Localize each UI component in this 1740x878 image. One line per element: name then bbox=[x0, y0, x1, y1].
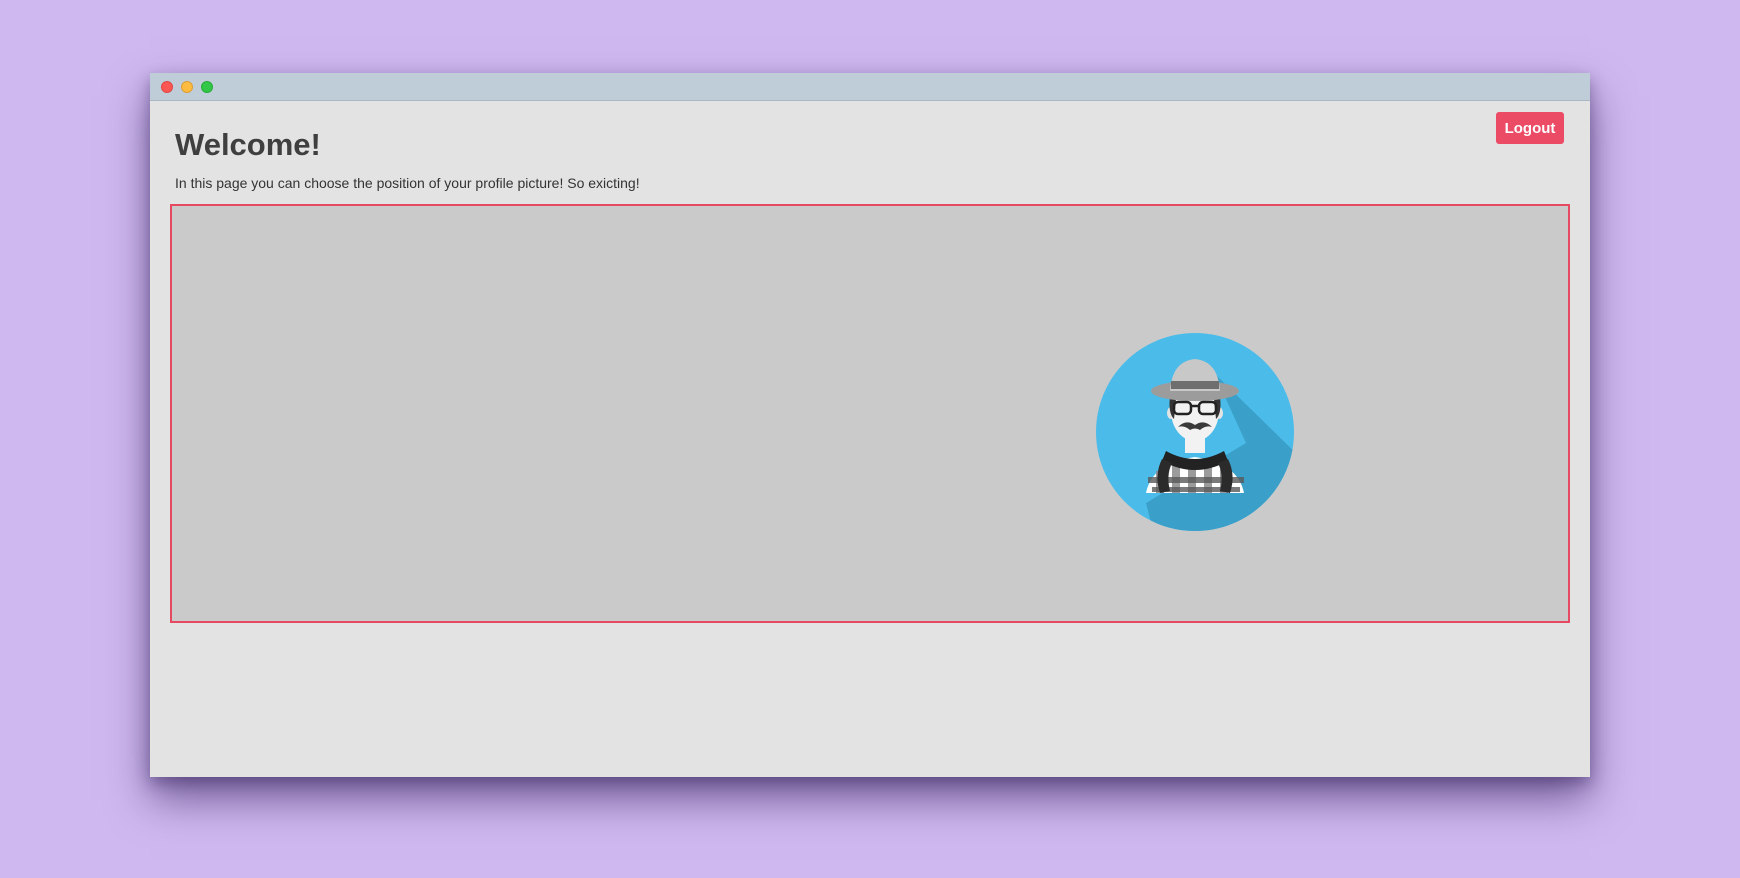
logout-button[interactable]: Logout bbox=[1496, 112, 1564, 144]
minimize-window-button[interactable] bbox=[181, 81, 193, 93]
profile-picture[interactable] bbox=[1096, 333, 1294, 531]
hipster-avatar-icon bbox=[1096, 333, 1294, 531]
close-window-button[interactable] bbox=[161, 81, 173, 93]
maximize-window-button[interactable] bbox=[201, 81, 213, 93]
title-bar bbox=[150, 73, 1590, 101]
app-window: Logout Welcome! In this page you can cho… bbox=[150, 73, 1590, 777]
page-title: Welcome! bbox=[175, 127, 321, 162]
profile-picture-area[interactable] bbox=[170, 204, 1570, 623]
page-description: In this page you can choose the position… bbox=[175, 175, 640, 191]
